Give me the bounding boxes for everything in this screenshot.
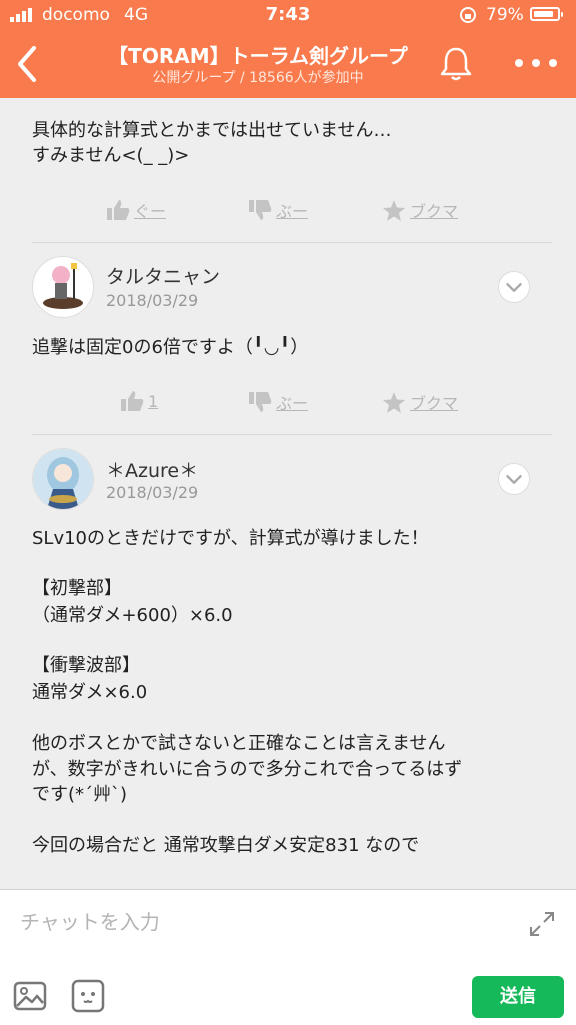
- dislike-button[interactable]: ぶー: [248, 390, 308, 414]
- group-title: 【TORAM】トーラム剣グループ: [108, 44, 408, 68]
- star-icon: [383, 391, 405, 413]
- post-line: 通常ダメ×6.0: [32, 682, 148, 703]
- divider: [32, 434, 552, 435]
- post-body: 追撃は固定0の6倍ですよ（╹◡╹）: [32, 335, 308, 360]
- thumbs-down-icon: [249, 200, 272, 220]
- sticker-icon[interactable]: [70, 978, 106, 1014]
- chevron-down-icon[interactable]: [498, 463, 530, 495]
- bell-icon[interactable]: [436, 44, 476, 84]
- expand-icon[interactable]: [528, 910, 556, 938]
- back-arrow-icon[interactable]: [12, 44, 44, 84]
- bookmark-button[interactable]: ブクマ: [382, 198, 458, 222]
- chat-input[interactable]: チャットを入力: [20, 906, 160, 935]
- post-line: 追撃は固定0の6倍ですよ（╹◡╹）: [32, 337, 309, 358]
- chevron-down-icon[interactable]: [498, 271, 530, 303]
- post-line: 具体的な計算式とかまでは出せていません…: [32, 120, 392, 141]
- send-button[interactable]: 送信: [472, 976, 564, 1018]
- thumbs-down-icon: [249, 392, 272, 412]
- dislike-button[interactable]: ぶー: [248, 198, 308, 222]
- app-header: docomo 4G 7:43 79% 【TORAM】トーラム剣グループ 公開グル…: [0, 0, 576, 98]
- chat-input-bar: チャットを入力 送信: [0, 889, 576, 1025]
- avatar-character-icon: [33, 449, 93, 509]
- thumbs-up-icon: [121, 391, 144, 411]
- username: ＊Azure＊: [106, 460, 199, 482]
- like-button[interactable]: ぐー: [106, 198, 166, 222]
- username: タルタニャン: [106, 266, 221, 288]
- avatar[interactable]: [32, 256, 94, 318]
- bookmark-button[interactable]: ブクマ: [382, 390, 458, 414]
- post-line: 【初撃部】: [32, 578, 122, 599]
- like-label: ぐー: [134, 202, 167, 221]
- status-bar: docomo 4G 7:43 79%: [0, 0, 576, 30]
- post-line: すみません<(_ _)>: [32, 145, 190, 166]
- thumbs-up-icon: [107, 200, 130, 220]
- post-date: 2018/03/29: [106, 291, 199, 310]
- post-body: 具体的な計算式とかまでは出せていません… すみません<(_ _)>: [32, 118, 391, 168]
- post-line: SLv10のときだけですが、計算式が導けました！: [32, 528, 429, 549]
- post-line: 【衝撃波部】: [32, 655, 140, 676]
- post-date: 2018/03/29: [106, 483, 199, 502]
- post-line: 今回の場合だと 通常攻撃白ダメ安定831 なので: [32, 835, 420, 856]
- image-icon[interactable]: [12, 978, 48, 1014]
- bookmark-label: ブクマ: [410, 202, 459, 221]
- post-line: です(*ˊ艸ˋ): [32, 784, 128, 805]
- post-actions: 1 ぶー ブクマ: [0, 390, 576, 420]
- post-actions: ぐー ぶー ブクマ: [0, 198, 576, 228]
- rotation-lock-icon: [460, 7, 476, 23]
- post-line: が、数字がきれいに合うので多分これで合ってるはず: [32, 759, 463, 780]
- avatar-character-icon: [43, 263, 83, 309]
- divider: [32, 242, 552, 243]
- more-options-icon[interactable]: [512, 56, 560, 70]
- star-icon: [383, 199, 405, 221]
- dislike-label: ぶー: [276, 202, 309, 221]
- group-subtitle: 公開グループ / 18566人が参加中: [152, 70, 364, 86]
- battery-percent: 79%: [486, 5, 524, 25]
- like-count: 1: [148, 391, 159, 411]
- avatar[interactable]: [32, 448, 94, 510]
- like-button[interactable]: 1: [120, 390, 158, 412]
- dislike-label: ぶー: [276, 394, 309, 413]
- bookmark-label: ブクマ: [410, 394, 459, 413]
- battery-icon: [530, 7, 563, 21]
- post-line: 他のボスとかで試さないと正確なことは言えません: [32, 733, 446, 754]
- post-line: （通常ダメ+600）×6.0: [32, 605, 233, 626]
